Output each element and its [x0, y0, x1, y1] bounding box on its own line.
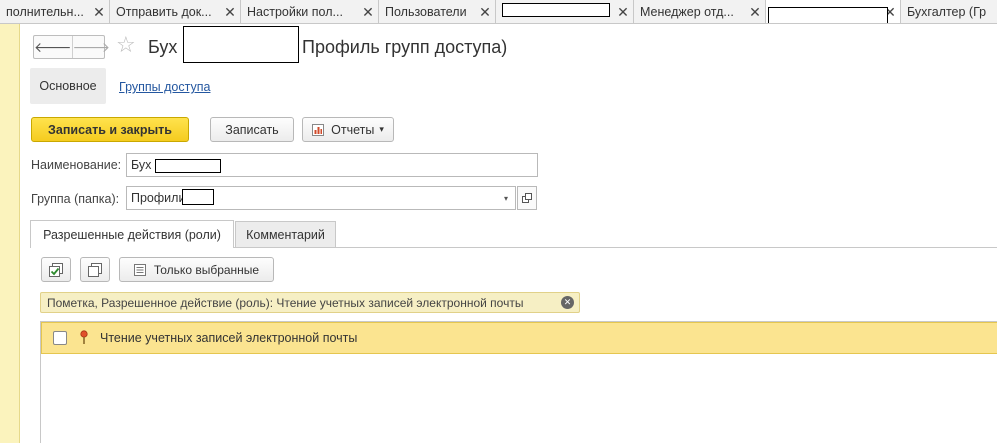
- tab-comment[interactable]: Комментарий: [235, 221, 336, 248]
- group-label: Группа (папка):: [31, 192, 120, 206]
- window-tab[interactable]: ✕: [496, 0, 634, 23]
- window-tab-label: Пользователи: [385, 5, 467, 19]
- clear-filter-icon[interactable]: ✕: [561, 296, 574, 309]
- role-pin-icon: [78, 330, 90, 349]
- report-icon: [312, 123, 325, 136]
- back-button[interactable]: 🡐: [34, 36, 72, 58]
- save-button[interactable]: Записать: [210, 117, 294, 142]
- check-all-button[interactable]: [41, 257, 71, 282]
- open-window-icon: [522, 193, 532, 203]
- section-tab-main[interactable]: Основное: [30, 68, 106, 104]
- redaction-box: [768, 7, 888, 23]
- window-tab-active[interactable]: Б ✕: [766, 0, 901, 23]
- tab-comment-label: Комментарий: [246, 228, 325, 242]
- window-tab-label: Отправить док...: [116, 5, 212, 19]
- arrow-left-icon: 🡐: [34, 38, 72, 55]
- table-row[interactable]: Чтение учетных записей электронной почты: [41, 322, 997, 354]
- close-icon[interactable]: ✕: [613, 4, 633, 21]
- close-icon[interactable]: ✕: [475, 4, 495, 21]
- window-tab-label: Менеджер отд...: [640, 5, 734, 19]
- filter-badge: Пометка, Разрешенное действие (роль): Чт…: [40, 292, 580, 313]
- window-tab[interactable]: Пользователи ✕: [379, 0, 496, 23]
- redaction-box: [183, 26, 299, 63]
- window-tab[interactable]: Бухгалтер (Гр: [901, 0, 997, 23]
- page-title-prefix: Бух: [148, 37, 178, 57]
- close-icon[interactable]: ✕: [745, 4, 765, 21]
- window-tab[interactable]: Настройки пол... ✕: [241, 0, 379, 23]
- filter-text: Пометка, Разрешенное действие (роль): Чт…: [47, 295, 524, 310]
- close-icon[interactable]: ✕: [89, 4, 109, 21]
- forward-button[interactable]: 🡒: [71, 36, 111, 58]
- open-group-button[interactable]: [517, 186, 537, 210]
- redaction-box: [155, 159, 221, 173]
- star-icon[interactable]: ☆: [116, 33, 136, 57]
- name-label: Наименование:: [31, 158, 122, 172]
- save-label: Записать: [225, 122, 279, 137]
- name-input[interactable]: Бух ): [126, 153, 538, 177]
- close-icon[interactable]: ✕: [358, 4, 378, 21]
- check-all-icon: [48, 262, 64, 278]
- redaction-box: [502, 3, 610, 17]
- reports-button[interactable]: Отчеты ▾: [302, 117, 394, 142]
- left-panel-strip: [0, 24, 20, 443]
- row-label: Чтение учетных записей электронной почты: [100, 331, 358, 345]
- save-and-close-label: Записать и закрыть: [48, 122, 172, 137]
- tab-roles-label: Разрешенные действия (роли): [43, 227, 221, 242]
- list-icon: [133, 263, 146, 276]
- roles-list[interactable]: Чтение учетных записей электронной почты: [40, 321, 997, 443]
- reports-label: Отчеты: [331, 122, 375, 137]
- window-tab[interactable]: полнительн... ✕: [0, 0, 110, 23]
- chevron-down-icon: ▾: [379, 124, 384, 134]
- page-title: Бух Профиль групп доступа): [148, 26, 507, 63]
- uncheck-all-button[interactable]: [80, 257, 110, 282]
- access-groups-link[interactable]: Группы доступа: [119, 80, 210, 94]
- only-selected-label: Только выбранные: [153, 262, 260, 277]
- window-tab-label: Бухгалтер (Гр: [907, 5, 987, 19]
- name-input-value-prefix: Бух: [131, 158, 152, 172]
- chevron-down-icon[interactable]: ▾: [497, 187, 515, 209]
- uncheck-all-icon: [87, 262, 103, 278]
- redaction-box: [182, 189, 214, 205]
- close-icon[interactable]: ✕: [220, 4, 240, 21]
- window-tab[interactable]: Отправить док... ✕: [110, 0, 241, 23]
- row-checkbox[interactable]: [53, 331, 67, 345]
- save-and-close-button[interactable]: Записать и закрыть: [31, 117, 189, 142]
- only-selected-button[interactable]: Только выбранные: [119, 257, 274, 282]
- window-tab[interactable]: Менеджер отд... ✕: [634, 0, 766, 23]
- page-title-suffix: Профиль групп доступа): [302, 37, 508, 57]
- group-input[interactable]: Профили ▾: [126, 186, 516, 210]
- tab-roles[interactable]: Разрешенные действия (роли): [30, 220, 234, 248]
- window-tab-label: полнительн...: [6, 5, 84, 19]
- group-input-value: Профили: [131, 191, 186, 205]
- navigation-buttons: 🡐 🡒: [33, 35, 110, 59]
- window-tab-strip: полнительн... ✕ Отправить док... ✕ Настр…: [0, 0, 997, 24]
- window-tab-label: Настройки пол...: [247, 5, 343, 19]
- arrow-right-icon: 🡒: [72, 38, 111, 55]
